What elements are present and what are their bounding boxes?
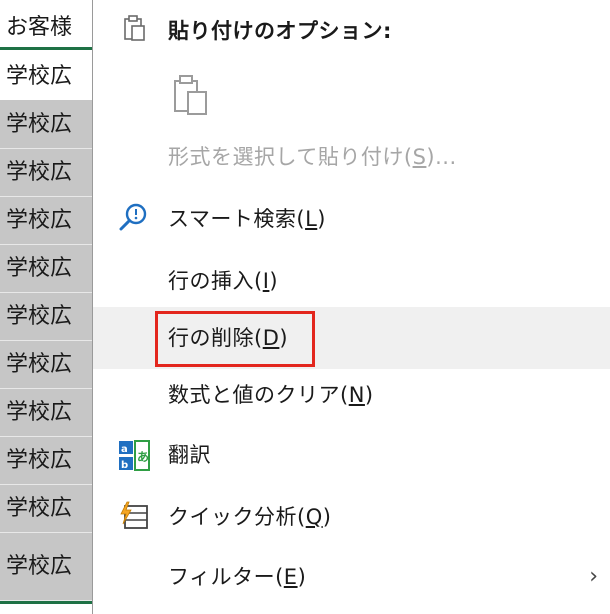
menu-item-filter[interactable]: フィルター(E) › [93,544,610,610]
context-menu: 貼り付けのオプション: 形式を選択して貼り付け(S)... スマート検索(L) [93,0,610,614]
insert-row-label: 行の挿入(I) [168,269,279,293]
menu-item-smart-lookup[interactable]: スマート検索(L) [93,188,610,250]
sheet-cell-selected[interactable]: 学校広 [0,437,92,485]
svg-text:あ: あ [137,450,149,464]
menu-item-quick-analysis[interactable]: クイック分析(Q) [93,486,610,548]
menu-item-paste-special[interactable]: 形式を選択して貼り付け(S)... [93,126,610,188]
delete-row-label: 行の削除(D) [168,326,289,350]
sheet-cell-selected[interactable]: 学校広 [0,341,92,389]
clear-contents-label: 数式と値のクリア(N) [168,383,374,407]
paste-options-header: 貼り付けのオプション: [93,0,610,62]
column-header-cell[interactable]: お客様 [0,0,92,50]
selection-bottom-border [0,601,92,604]
filter-label: フィルター(E) [168,565,307,589]
quick-analysis-icon [117,500,151,534]
sheet-cell-selected[interactable]: 学校広 [0,197,92,245]
menu-item-insert-row[interactable]: 行の挿入(I) [93,250,610,312]
smart-lookup-label: スマート検索(L) [168,207,326,231]
svg-text:a: a [121,444,128,455]
menu-item-clear-contents[interactable]: 数式と値のクリア(N) [93,364,610,426]
translate-label: 翻訳 [168,443,211,467]
sheet-cell-selected[interactable]: 学校広 [0,389,92,437]
sheet-cell-selected[interactable]: 学校広 [0,485,92,533]
clipboard-icon [119,14,149,44]
quick-analysis-label: クイック分析(Q) [168,505,332,529]
chevron-right-icon: › [589,564,598,589]
menu-item-translate[interactable]: a b あ 翻訳 [93,424,610,486]
sheet-cell-selected[interactable]: 学校広 [0,533,92,601]
svg-text:b: b [121,460,128,471]
sheet-cell-selected[interactable]: 学校広 [0,293,92,341]
sheet-cell-selected[interactable]: 学校広 [0,101,92,149]
sheet-cell-selected[interactable]: 学校広 [0,149,92,197]
menu-item-delete-row[interactable]: 行の削除(D) [93,307,610,369]
paste-option-row [93,62,610,126]
search-bulb-icon [117,202,149,234]
sheet-cell[interactable]: 学校広 [0,53,92,101]
paste-options-label: 貼り付けのオプション: [168,19,392,43]
paste-special-label: 形式を選択して貼り付け(S)... [168,145,457,169]
sheet-cell-selected[interactable]: 学校広 [0,245,92,293]
translate-icon: a b あ [117,438,151,472]
spreadsheet-column: お客様 学校広 学校広 学校広 学校広 学校広 学校広 学校広 学校広 学校広 … [0,0,93,614]
clipboard-paste-icon[interactable] [169,72,213,118]
